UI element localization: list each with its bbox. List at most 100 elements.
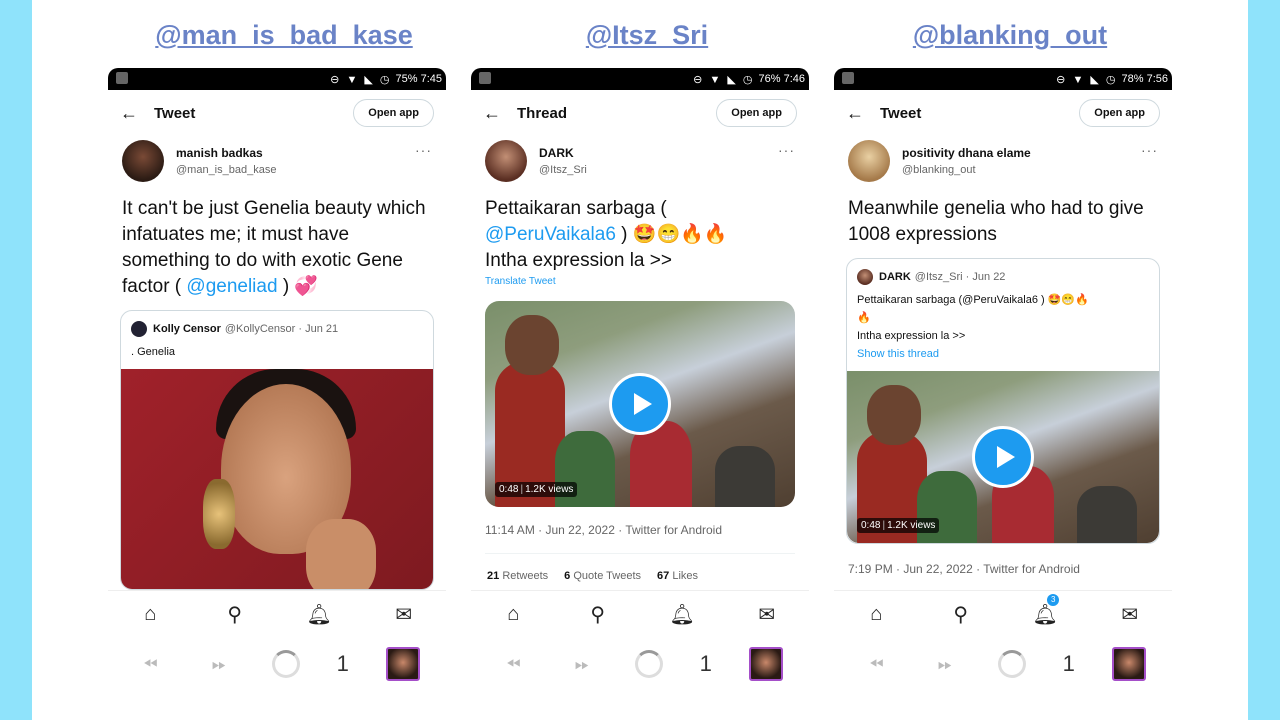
- quote-text: Pettaikaran sarbaga (@PeruVaikala6 ) 🤩😁🔥…: [847, 289, 1159, 371]
- status-icons: ⊖ ▼ ◣ ◷: [1056, 73, 1118, 86]
- tweet-author: manish badkas @man_is_bad_kase ···: [108, 136, 446, 186]
- open-app-button[interactable]: Open app: [353, 99, 434, 127]
- back-arrow-icon[interactable]: ←: [120, 103, 154, 124]
- video-figure-4: [1077, 486, 1137, 543]
- retweets-label: Retweets: [502, 570, 549, 582]
- status-bar: ⊖ ▼ ◣ ◷ 75% 7:45: [108, 68, 446, 90]
- tweet-text: Meanwhile genelia who had to give 1008 e…: [848, 198, 1144, 245]
- author-handle[interactable]: @man_is_bad_kase: [176, 164, 276, 176]
- tab-count[interactable]: 1: [1063, 651, 1075, 677]
- bell-icon[interactable]: 🔔︎: [662, 602, 702, 627]
- back-arrow-icon[interactable]: ←: [846, 103, 880, 124]
- page-title: Thread: [517, 104, 568, 122]
- quotes-count: 6: [564, 570, 571, 582]
- tweet-text-line2: Intha expression la >>: [485, 250, 672, 271]
- open-app-button[interactable]: Open app: [1079, 99, 1160, 127]
- avatar[interactable]: [485, 140, 527, 182]
- status-time: 78% 7:56: [1121, 73, 1168, 85]
- author-handle[interactable]: @blanking_out: [902, 164, 1031, 176]
- browser-bar: ⏪︎ ⏩︎ 1: [108, 638, 446, 690]
- phone-screenshot-1: ⊖ ▼ ◣ ◷ 75% 7:45 ← Tweet Open app manish…: [108, 68, 446, 690]
- mention-link[interactable]: @PeruVaikala6: [485, 224, 616, 245]
- tweet-stats: 21 Retweets 6 Quote Tweets 67 Likes: [471, 554, 809, 582]
- avatar[interactable]: [848, 140, 890, 182]
- home-icon[interactable]: ⌂: [130, 603, 170, 626]
- mail-icon[interactable]: ✉: [384, 602, 424, 627]
- profile-thumbnail[interactable]: [748, 647, 783, 681]
- top-bar: ← Tweet Open app: [834, 90, 1172, 136]
- quoted-tweet[interactable]: Kolly Censor @KollyCensor · Jun 21 . Gen…: [120, 310, 434, 590]
- browser-bar: ⏪︎ ⏩︎ 1: [471, 638, 809, 690]
- phone-screenshot-2: ⊖ ▼ ◣ ◷ 76% 7:46 ← Thread Open app DARK …: [471, 68, 809, 690]
- mention-link[interactable]: @geneliad: [186, 276, 277, 297]
- quote-photo[interactable]: [121, 369, 433, 589]
- video-label: 0:48 | 1.2K views: [495, 482, 578, 497]
- author-handle[interactable]: @Itsz_Sri: [539, 164, 587, 176]
- author-name[interactable]: DARK: [539, 146, 587, 160]
- tweet-timestamp[interactable]: 11:14 AM · Jun 22, 2022 · Twitter for An…: [471, 507, 809, 537]
- home-icon[interactable]: ⌂: [493, 603, 533, 626]
- quoted-tweet[interactable]: DARK @Itsz_Sri · Jun 22 Pettaikaran sarb…: [846, 258, 1160, 544]
- video-views: 1.2K views: [887, 520, 936, 531]
- quote-author-name: DARK: [879, 271, 911, 283]
- open-app-button[interactable]: Open app: [716, 99, 797, 127]
- avatar[interactable]: [122, 140, 164, 182]
- translate-tweet-link[interactable]: Translate Tweet: [471, 274, 809, 289]
- more-icon[interactable]: ···: [778, 142, 795, 158]
- page-title: Tweet: [880, 104, 922, 122]
- likes-label: Likes: [672, 570, 699, 582]
- quote-meta: @KollyCensor · Jun 21: [224, 323, 339, 335]
- home-icon[interactable]: ⌂: [856, 603, 896, 626]
- quote-author-name: Kolly Censor: [153, 323, 221, 335]
- quote-text-line1: Pettaikaran sarbaga (@PeruVaikala6 ) 🤩😁🔥: [857, 294, 1089, 306]
- header-handle-2: @Itsz_Sri: [585, 20, 709, 50]
- tweet-author: DARK @Itsz_Sri ···: [471, 136, 809, 186]
- tweet-timestamp[interactable]: 7:19 PM · Jun 22, 2022 · Twitter for And…: [834, 544, 1172, 576]
- back-arrow-icon[interactable]: ←: [483, 103, 517, 124]
- quote-text-line3: Intha expression la >>: [857, 330, 966, 342]
- mail-icon[interactable]: ✉: [1110, 602, 1150, 627]
- author-name[interactable]: positivity dhana elame: [902, 146, 1031, 160]
- rewind-icon[interactable]: ⏪︎: [860, 654, 892, 675]
- more-icon[interactable]: ···: [415, 142, 432, 158]
- profile-thumbnail[interactable]: [1111, 647, 1146, 681]
- author-name[interactable]: manish badkas: [176, 146, 276, 160]
- forward-icon[interactable]: ⏩︎: [566, 654, 598, 675]
- forward-icon[interactable]: ⏩︎: [203, 654, 235, 675]
- bell-icon[interactable]: 🔔︎ 3: [1025, 594, 1065, 627]
- header-handle-3: @blanking_out: [912, 20, 1108, 50]
- tweet-text-emoji: ) 🤩😁🔥🔥: [615, 224, 728, 245]
- tab-count[interactable]: 1: [337, 651, 349, 677]
- play-icon[interactable]: [609, 373, 671, 435]
- quotes-stat[interactable]: 6 Quote Tweets: [564, 570, 641, 582]
- video-duration: 0:48: [861, 520, 881, 531]
- rewind-icon[interactable]: ⏪︎: [497, 654, 529, 675]
- mail-icon[interactable]: ✉: [747, 602, 787, 627]
- bell-icon[interactable]: 🔔︎: [299, 602, 339, 627]
- image-icon: [116, 72, 128, 84]
- photo-earring: [203, 479, 235, 549]
- header-handle-1: @man_is_bad_kase: [155, 20, 413, 50]
- retweets-stat[interactable]: 21 Retweets: [487, 570, 548, 582]
- phone-screenshot-3: ⊖ ▼ ◣ ◷ 78% 7:56 ← Tweet Open app positi…: [834, 68, 1172, 690]
- forward-icon[interactable]: ⏩︎: [929, 654, 961, 675]
- show-thread-link[interactable]: Show this thread: [857, 345, 1149, 363]
- quote-avatar: [131, 321, 147, 337]
- quote-avatar: [857, 269, 873, 285]
- play-icon[interactable]: [972, 426, 1034, 488]
- likes-stat[interactable]: 67 Likes: [657, 570, 698, 582]
- search-icon[interactable]: ⚲: [578, 602, 618, 627]
- tweet-text-start: Pettaikaran sarbaga (: [485, 198, 667, 219]
- video-player[interactable]: 0:48 | 1.2K views: [485, 301, 795, 507]
- tab-count[interactable]: 1: [700, 651, 712, 677]
- quote-video-player[interactable]: 0:48 | 1.2K views: [847, 371, 1159, 543]
- status-icons: ⊖ ▼ ◣ ◷: [330, 73, 392, 86]
- search-icon[interactable]: ⚲: [215, 602, 255, 627]
- profile-thumbnail[interactable]: [385, 647, 420, 681]
- bottom-nav: ⌂ ⚲ 🔔︎ ✉: [471, 590, 809, 638]
- browser-bar: ⏪︎ ⏩︎ 1: [834, 638, 1172, 690]
- rewind-icon[interactable]: ⏪︎: [134, 654, 166, 675]
- status-icons: ⊖ ▼ ◣ ◷: [693, 73, 755, 86]
- search-icon[interactable]: ⚲: [941, 602, 981, 627]
- more-icon[interactable]: ···: [1141, 142, 1158, 158]
